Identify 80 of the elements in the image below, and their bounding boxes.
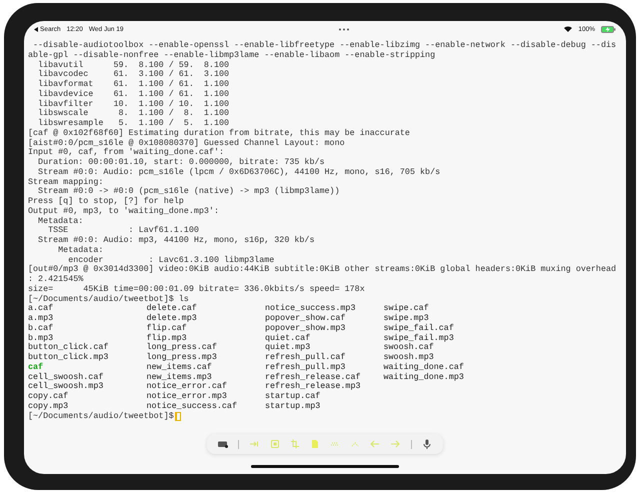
output-line: libswscale 8. 1.100 / 8. 1.100: [37, 109, 230, 118]
file-name: delete.mp3: [146, 313, 197, 323]
output-line: encoder : Lavc61.3.100 libmp3lame: [67, 256, 276, 264]
prompt-line: [~/Documents/audio/tweetbot]$: [28, 412, 174, 422]
file-name: cell_swoosh.mp3: [28, 381, 104, 392]
file-name: copy.caf: [28, 391, 68, 401]
right-arrow-icon[interactable]: [390, 439, 400, 449]
file-name: new_items.mp3: [146, 372, 212, 382]
file-name: notice_success.caf: [146, 400, 237, 411]
output-line: Metadata:: [37, 216, 84, 226]
prompt-line: [~/Documents/audio/tweetbot]$ ls: [28, 294, 190, 304]
file-name: button_click.caf: [28, 342, 108, 352]
file-name: waiting_done.caf: [384, 362, 464, 372]
file-name: cell_swoosh.caf: [28, 372, 104, 382]
output-line: Press [q] to stop, [?] for help: [28, 197, 185, 206]
file-name: copy.mp3: [28, 400, 68, 411]
file-name: quiet.caf: [265, 332, 310, 342]
output-line: TSSE : Lavf61.1.100: [47, 226, 200, 236]
tab-arrow-icon[interactable]: [249, 439, 260, 449]
file-name: startup.mp3: [265, 400, 320, 411]
output-line: [out#0/mp3 @ 0x3014d3300] video:0KiB audio:44KiB subtitle:0KiB other streams:0KiB global headers:0KiB muxing overhead: [28, 265, 618, 275]
file-name: swipe.caf: [384, 303, 429, 314]
output-line: Stream #0:0: Audio: pcm_s16le (lpcm / 0x6D63706C), 44100 Hz, mono, s16, 705 kb/s: [37, 168, 442, 178]
output-line: [aist#0:0/pcm_s16le @ 0x108080370] Guessed Channel Layout: mono: [28, 138, 346, 148]
wifi-icon: [564, 26, 572, 32]
file-name: flip.mp3: [146, 332, 187, 342]
file-name: popover_show.mp3: [265, 322, 346, 333]
file-name: swipe.mp3: [384, 313, 429, 323]
file-name: new_items.caf: [146, 362, 212, 372]
file-name: notice_error.caf: [146, 381, 227, 392]
output-line: Stream #0:0 -> #0:0 (pcm_s16le (native) -> mp3 (libmp3lame)): [37, 187, 341, 196]
file-name: swoosh.mp3: [384, 352, 434, 362]
file-name: long_press.mp3: [146, 352, 217, 362]
output-line: libavcodec 61. 3.100 / 61. 3.100: [37, 70, 230, 80]
file-name: refresh_release.caf: [265, 372, 360, 382]
output-line: libavformat 61. 1.100 / 61. 1.100: [37, 80, 230, 90]
file-name: long_press.caf: [146, 342, 217, 352]
output-line: Metadata:: [57, 246, 104, 256]
file-name: swoosh.caf: [384, 342, 434, 352]
file-name: quiet.mp3: [265, 342, 310, 352]
file-name: b.caf: [28, 322, 54, 333]
file-name: a.caf: [28, 303, 54, 314]
file-name: refresh_release.mp3: [265, 381, 360, 392]
output-line: libavdevice 61. 1.100 / 61. 1.100: [37, 90, 230, 100]
file-name: refresh_pull.mp3: [265, 362, 346, 372]
file-name: delete.caf: [146, 303, 197, 314]
file-name: button_click.mp3: [28, 352, 108, 362]
file-name: popover_show.caf: [265, 313, 346, 323]
output-line: Stream #0:0: Audio: mp3, 44100 Hz, mono, s16p, 320 kb/s: [37, 236, 316, 246]
file-name: waiting_done.mp3: [384, 372, 464, 382]
back-caret-icon: [34, 26, 38, 32]
directory-name: caf: [28, 362, 44, 372]
output-line: libswresample 5. 1.100 / 5. 1.100: [37, 119, 230, 128]
file-name: a.mp3: [28, 313, 54, 323]
file-name: flip.caf: [146, 322, 187, 333]
output-line: --disable-audiotoolbox --enable-openssl --enable-libfreetype --enable-libzimg --enable-network --disable-debug --dis: [32, 41, 618, 50]
output-line: : 2.421545%: [28, 275, 84, 284]
more-dots-icon[interactable]: [338, 28, 350, 30]
output-line: Duration: 00:00:01.10, start: 0.000000, bitrate: 735 kb/s: [37, 158, 326, 168]
output-line: [caf @ 0x102f68f60] Estimating duration from bitrate, this may be inaccurate: [28, 128, 411, 138]
file-name: notice_error.mp3: [146, 391, 227, 401]
crop-icon[interactable]: [290, 439, 300, 449]
file-name: b.mp3: [28, 332, 54, 342]
output-line: able-gpl --disable-nonfree --enable-libmp3lame --enable-libaom --enable-stripping: [28, 50, 436, 60]
file-name: swipe_fail.mp3: [384, 332, 454, 342]
document-icon[interactable]: [310, 439, 320, 449]
output-line: Stream mapping:: [28, 178, 104, 187]
output-line: Input #0, caf, from 'waiting_done.caf':: [28, 148, 226, 158]
keyboard-icon[interactable]: [218, 439, 228, 449]
output-line: Output #0, mp3, to 'waiting_done.mp3':: [28, 206, 220, 216]
output-line: libavutil 59. 8.100 / 59. 8.100: [37, 60, 230, 70]
file-name: notice_success.mp3: [265, 303, 356, 314]
square-icon[interactable]: [270, 439, 280, 449]
left-arrow-icon[interactable]: [370, 439, 380, 449]
microphone-icon[interactable]: [422, 439, 432, 449]
file-name: startup.caf: [265, 391, 320, 401]
output-line: libavfilter 10. 1.100 / 10. 1.100: [37, 100, 230, 108]
file-name: swipe_fail.caf: [384, 322, 454, 333]
file-name: refresh_pull.caf: [265, 352, 346, 362]
output-line: size= 45KiB time=00:00:01.09 bitrate= 336.0kbits/s speed= 178x: [28, 284, 366, 294]
